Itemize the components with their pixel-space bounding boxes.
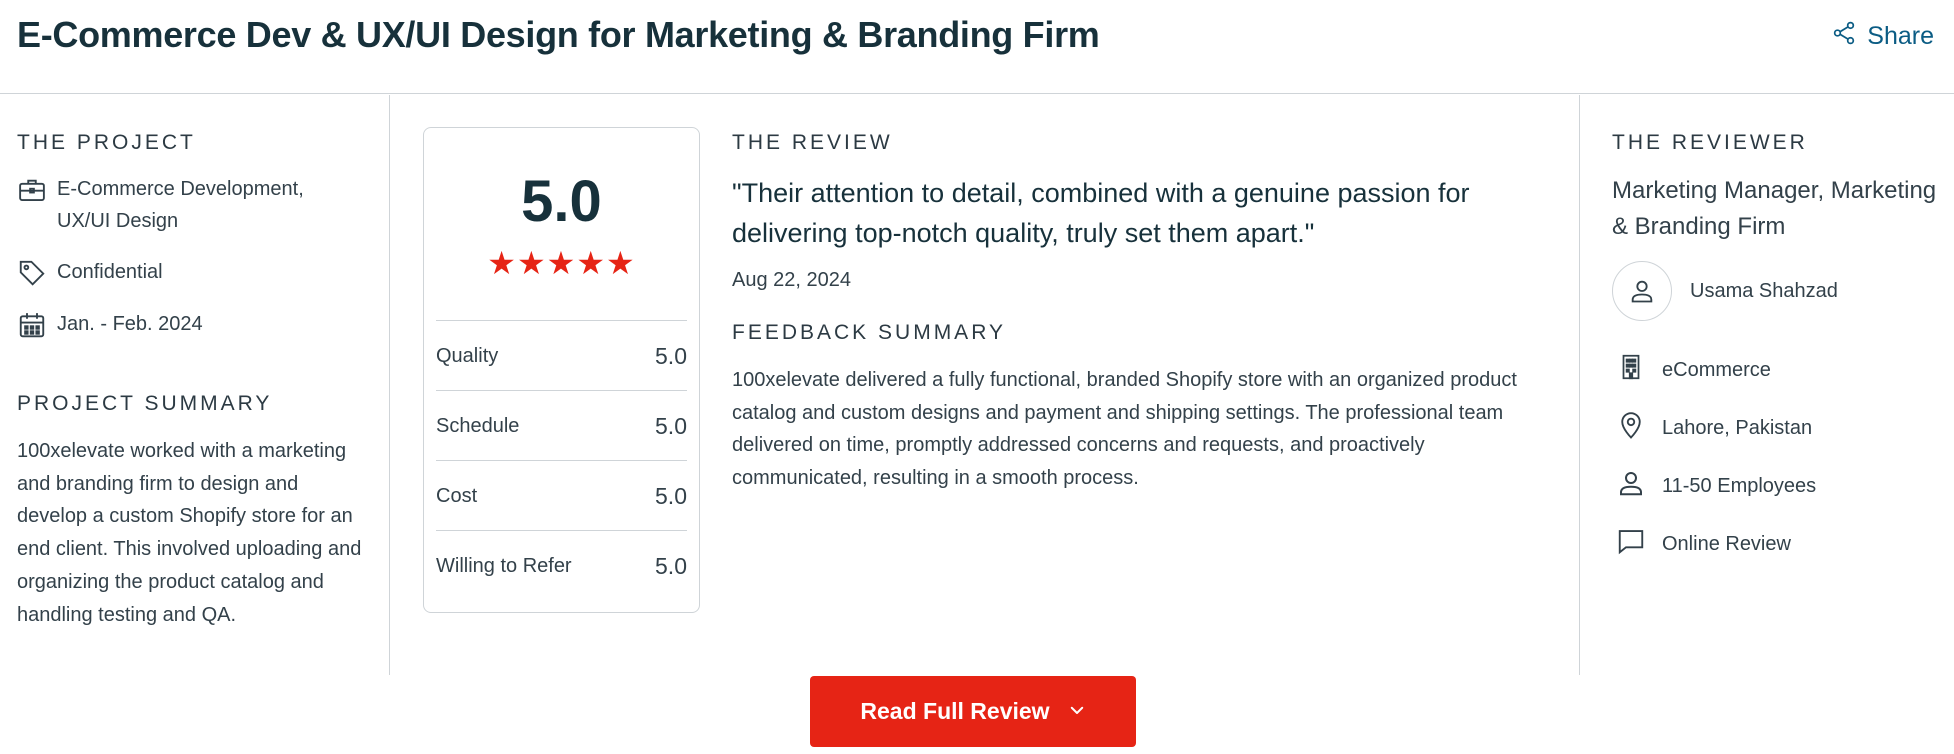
reviewer-name: Usama Shahzad bbox=[1690, 279, 1838, 302]
location-pin-icon bbox=[1616, 410, 1646, 446]
star-rating: ★★★★★ bbox=[424, 244, 699, 282]
reviewer-industry: eCommerce bbox=[1616, 352, 1771, 388]
star-icon: ★ bbox=[546, 245, 577, 281]
chat-bubble-icon bbox=[1616, 526, 1646, 562]
avatar bbox=[1612, 261, 1672, 321]
score-card: 5.0 ★★★★★ Quality 5.0 Schedule 5.0 Cost … bbox=[423, 127, 700, 613]
tag-icon bbox=[17, 256, 47, 298]
project-summary-label: PROJECT SUMMARY bbox=[17, 392, 273, 415]
rating-row-quality: Quality 5.0 bbox=[436, 320, 687, 391]
feedback-summary-label: FEEDBACK SUMMARY bbox=[732, 321, 1006, 344]
share-button[interactable]: Share bbox=[1831, 20, 1934, 53]
reviewer-review-type: Online Review bbox=[1616, 526, 1791, 562]
star-icon: ★ bbox=[516, 245, 547, 281]
read-full-review-label: Read Full Review bbox=[860, 698, 1050, 724]
project-summary-text: 100xelevate worked with a marketing and … bbox=[17, 440, 362, 626]
project-dates-text: Jan. - Feb. 2024 bbox=[57, 313, 203, 335]
reviewer-industry-text: eCommerce bbox=[1662, 358, 1771, 381]
star-icon: ★ bbox=[487, 245, 517, 281]
user-icon bbox=[1631, 280, 1653, 303]
reviewer-location-text: Lahore, Pakistan bbox=[1662, 416, 1813, 439]
share-label: Share bbox=[1867, 22, 1934, 50]
rating-value: 5.0 bbox=[655, 412, 687, 439]
reviewer-title: Marketing Manager, Marketing & Branding … bbox=[1612, 177, 1937, 240]
calendar-icon bbox=[17, 308, 47, 350]
project-section-label: THE PROJECT bbox=[17, 131, 196, 154]
project-service: E-Commerce Development, UX/UI Design bbox=[17, 173, 347, 237]
review-section-label: THE REVIEW bbox=[732, 131, 893, 154]
rating-row-cost: Cost 5.0 bbox=[436, 460, 687, 531]
reviewer-size: 11-50 Employees bbox=[1616, 468, 1816, 504]
rating-value: 5.0 bbox=[655, 342, 687, 369]
rating-label: Cost bbox=[436, 484, 478, 507]
review-title: E-Commerce Dev & UX/UI Design for Market… bbox=[17, 14, 1100, 55]
project-column: THE PROJECT E-Commerce Development, UX/U… bbox=[0, 95, 390, 675]
project-service-text: E-Commerce Development, UX/UI Design bbox=[57, 178, 304, 232]
share-icon bbox=[1831, 20, 1857, 53]
rating-label: Willing to Refer bbox=[436, 554, 572, 577]
review-header: E-Commerce Dev & UX/UI Design for Market… bbox=[0, 0, 1954, 94]
reviewer-review-type-text: Online Review bbox=[1662, 532, 1791, 555]
rating-row-schedule: Schedule 5.0 bbox=[436, 390, 687, 461]
rating-value: 5.0 bbox=[655, 482, 687, 509]
review-quote: "Their attention to detail, combined wit… bbox=[732, 178, 1470, 248]
project-budget: Confidential bbox=[17, 256, 163, 298]
review-date: Aug 22, 2024 bbox=[732, 269, 851, 291]
overall-score: 5.0 bbox=[521, 169, 602, 234]
project-budget-text: Confidential bbox=[57, 261, 163, 283]
chevron-down-icon bbox=[1068, 698, 1086, 725]
star-icon: ★ bbox=[576, 245, 607, 281]
rating-label: Schedule bbox=[436, 414, 520, 437]
reviewer-size-text: 11-50 Employees bbox=[1662, 474, 1817, 497]
user-icon bbox=[1616, 468, 1646, 504]
rating-label: Quality bbox=[436, 344, 499, 367]
rating-row-willing-to-refer: Willing to Refer 5.0 bbox=[436, 530, 687, 601]
reviewer-location: Lahore, Pakistan bbox=[1616, 410, 1812, 446]
reviewer-section-label: THE REVIEWER bbox=[1612, 131, 1808, 154]
read-full-review-button[interactable]: Read Full Review bbox=[810, 676, 1136, 747]
star-icon: ★ bbox=[606, 245, 636, 281]
briefcase-icon bbox=[17, 173, 47, 215]
building-icon bbox=[1616, 352, 1646, 388]
project-dates: Jan. - Feb. 2024 bbox=[17, 308, 203, 350]
rating-value: 5.0 bbox=[655, 552, 687, 579]
reviewer-person: Usama Shahzad bbox=[1612, 261, 1838, 321]
feedback-summary-text: 100xelevate delivered a fully functional… bbox=[732, 369, 1517, 490]
reviewer-column: THE REVIEWER Marketing Manager, Marketin… bbox=[1579, 95, 1954, 675]
